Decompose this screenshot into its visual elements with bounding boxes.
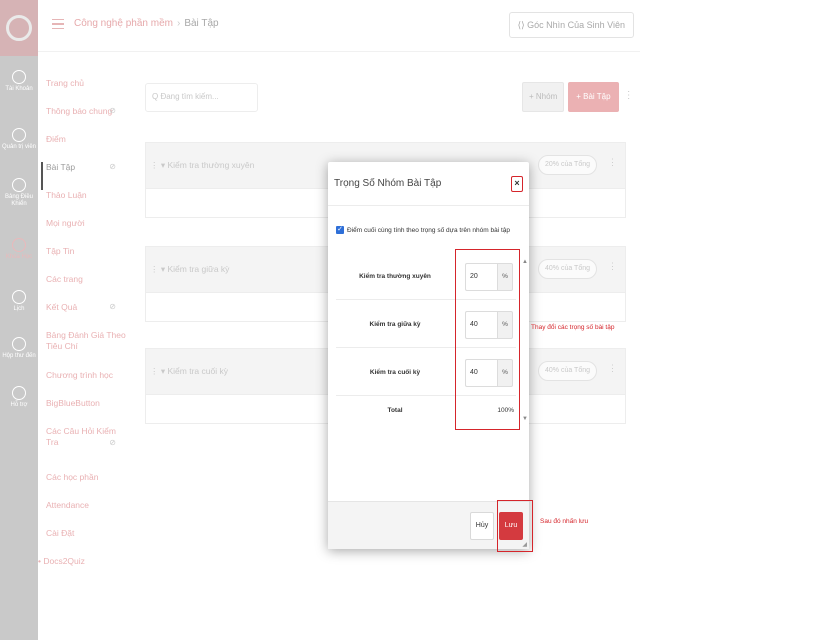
- course-nav-discussions[interactable]: Thảo Luận: [46, 190, 126, 218]
- annotation-change-weights: Thay đổi các trọng số bài tập: [531, 324, 615, 331]
- group-menu-icon[interactable]: ⋮: [608, 261, 617, 272]
- course-nav-home[interactable]: Trang chủ: [46, 78, 126, 106]
- group-title[interactable]: Kiểm tra cuối kỳ: [168, 366, 228, 376]
- breadcrumb: Công nghệ phần mềm › Bài Tập: [74, 18, 219, 29]
- group-title[interactable]: Kiểm tra giữa kỳ: [168, 264, 230, 274]
- group-weight-badge: 20% của Tổng: [537, 155, 597, 175]
- hidden-eye-icon: ⊘: [109, 302, 116, 311]
- breadcrumb-course[interactable]: Công nghệ phần mềm: [74, 18, 173, 29]
- student-view-button[interactable]: ⟨⟩ Góc Nhìn Của Sinh Viên: [508, 12, 634, 38]
- global-nav: Tài Khoản Quản trị viên Bảng Điều Khiển …: [0, 0, 38, 640]
- highlight-save-box: [497, 500, 533, 552]
- page: Tài Khoản Quản trị viên Bảng Điều Khiển …: [0, 0, 840, 640]
- total-label: Total: [387, 407, 403, 414]
- drag-handle-icon[interactable]: ⋮ ▾: [150, 264, 168, 274]
- courses-icon: [12, 238, 26, 252]
- admin-icon: [12, 128, 26, 142]
- course-nav-people[interactable]: Mọi người: [46, 218, 126, 246]
- weighted-checkbox-label: Điểm cuối cùng tính theo trọng số dựa tr…: [347, 226, 510, 234]
- global-nav-dashboard[interactable]: Bảng Điều Khiển: [0, 178, 38, 208]
- group-weight-badge: 40% của Tổng: [537, 361, 597, 381]
- course-nav-docs2quiz[interactable]: • Docs2Quiz: [38, 556, 126, 584]
- close-icon[interactable]: ×: [511, 176, 523, 192]
- course-nav-assignments[interactable]: Bài Tập ⊘: [41, 162, 126, 190]
- search-input[interactable]: Q Đang tìm kiếm...: [145, 83, 258, 112]
- toolbar-buttons: + Nhóm + Bài Tập ⋮: [522, 82, 635, 112]
- course-nav-grades[interactable]: Điểm: [46, 134, 126, 162]
- scroll-down-icon[interactable]: ▼: [522, 416, 528, 422]
- course-nav-bigbluebutton[interactable]: BigBlueButton: [46, 398, 126, 426]
- breadcrumb-separator: ›: [176, 18, 181, 29]
- add-assignment-button[interactable]: + Bài Tập: [568, 82, 619, 112]
- drag-handle-icon[interactable]: ⋮ ▾: [150, 366, 168, 376]
- course-nav-outcomes[interactable]: Kết Quả ⊘: [46, 302, 126, 330]
- course-nav-syllabus[interactable]: Chương trình học: [46, 370, 126, 398]
- hidden-eye-icon: ⊘: [109, 438, 116, 447]
- drag-handle-icon[interactable]: ⋮ ▾: [150, 160, 168, 170]
- weight-row-label: Kiểm tra giữa kỳ: [369, 321, 421, 328]
- logo-icon[interactable]: [0, 0, 38, 56]
- global-nav-admin[interactable]: Quản trị viên: [0, 128, 38, 151]
- course-nav-modules[interactable]: Các học phần: [46, 472, 126, 500]
- global-nav-inbox[interactable]: Hộp thư đến: [0, 337, 38, 360]
- course-nav-pages[interactable]: Các trang: [46, 274, 126, 302]
- weight-row-label: Kiểm tra thường xuyên: [359, 273, 431, 280]
- course-nav-announcements[interactable]: Thông báo chung ⊘: [46, 106, 126, 134]
- course-nav-attendance[interactable]: Attendance: [46, 500, 126, 528]
- course-nav: Trang chủ Thông báo chung ⊘ Điểm Bài Tập ⊘…: [38, 78, 126, 584]
- scroll-up-icon[interactable]: ▲: [522, 259, 528, 265]
- global-nav-courses[interactable]: Khóa Học: [0, 238, 38, 261]
- annotation-then-save: Sau đó nhấn lưu: [540, 518, 589, 525]
- weighted-checkbox-row[interactable]: ✓ Điểm cuối cùng tính theo trọng số dựa …: [336, 226, 510, 234]
- student-view-icon: ⟨⟩: [517, 20, 528, 30]
- dialog-title: Trọng Số Nhóm Bài Tập: [334, 178, 442, 189]
- inbox-icon: [12, 337, 26, 351]
- more-options-icon[interactable]: ⋮: [623, 82, 635, 112]
- dashboard-icon: [12, 178, 26, 192]
- add-group-button[interactable]: + Nhóm: [522, 82, 565, 112]
- course-nav-quizzes[interactable]: Các Câu Hỏi Kiểm Tra ⊘: [46, 426, 126, 472]
- course-nav-settings[interactable]: Cài Đặt: [46, 528, 126, 556]
- group-title[interactable]: Kiểm tra thường xuyên: [168, 160, 255, 170]
- weight-row-label: Kiểm tra cuối kỳ: [369, 369, 421, 376]
- course-nav-files[interactable]: Tập Tin: [46, 246, 126, 274]
- course-nav-rubrics[interactable]: Bảng Đánh Giá Theo Tiêu Chí: [46, 330, 126, 370]
- cancel-button[interactable]: Hủy: [470, 512, 494, 540]
- hidden-eye-icon: ⊘: [109, 162, 116, 171]
- group-menu-icon[interactable]: ⋮: [608, 157, 617, 168]
- hamburger-icon[interactable]: [52, 19, 64, 29]
- group-weight-badge: 40% của Tổng: [537, 259, 597, 279]
- global-nav-account[interactable]: Tài Khoản: [0, 70, 38, 93]
- highlight-weights-box: [455, 249, 520, 430]
- breadcrumb-current: Bài Tập: [184, 18, 219, 29]
- calendar-icon: [12, 290, 26, 304]
- hidden-eye-icon: ⊘: [109, 106, 116, 115]
- checkbox-checked-icon[interactable]: ✓: [336, 226, 344, 234]
- global-nav-calendar[interactable]: Lịch: [0, 290, 38, 313]
- global-nav-help[interactable]: Hỗ trợ: [0, 386, 38, 409]
- account-icon: [12, 70, 26, 84]
- group-menu-icon[interactable]: ⋮: [608, 363, 617, 374]
- help-icon: [12, 386, 26, 400]
- page-header: Công nghệ phần mềm › Bài Tập ⟨⟩ Góc Nhìn C…: [38, 0, 640, 52]
- dialog-header: Trọng Số Nhóm Bài Tập ×: [328, 162, 529, 206]
